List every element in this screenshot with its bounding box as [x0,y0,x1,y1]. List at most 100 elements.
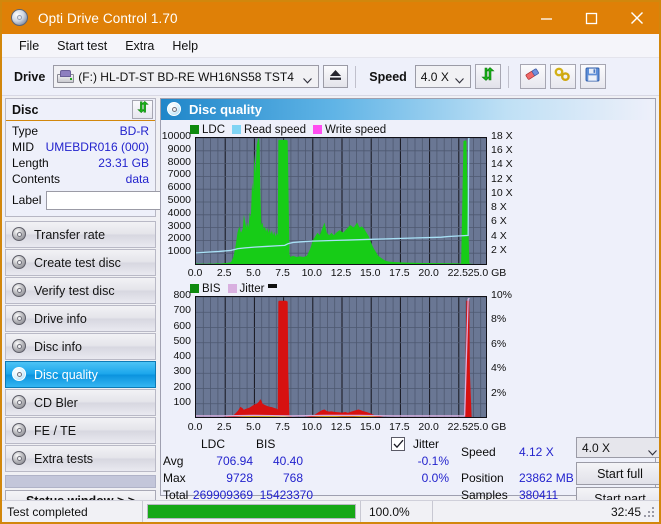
menu-start-test[interactable]: Start test [48,37,116,55]
speed-stat-label: Speed [461,445,496,459]
minimize-icon[interactable] [524,2,569,34]
y-tick-label: 300 [173,365,191,378]
sidebar-item-label: Extra tests [34,451,94,466]
disc-mid-label: MID [12,140,34,154]
app-disc-icon [10,8,30,28]
sidebar-item-disc-quality[interactable]: Disc quality [5,361,156,388]
eject-button[interactable] [323,65,349,88]
stats-avg-ldc: 706.94 [216,454,253,468]
status-message: Test completed [7,504,88,519]
stats-max-ldc: 9728 [226,471,253,485]
sidebar-item-extra-tests[interactable]: Extra tests [5,445,156,472]
sidebar-item-fe-te[interactable]: FE / TE [5,417,156,444]
chevron-down-icon [303,73,313,87]
y-tick-label: 8000 [167,155,191,168]
x-tick-label: 7.5 [275,421,290,433]
disc-mid-value: UMEBDR016 (000) [45,140,149,154]
x-tick-label: 0.0 [187,267,203,279]
menu-help[interactable]: Help [163,37,207,55]
eject-icon [329,68,342,86]
sidebar-item-create-test-disc[interactable]: Create test disc [5,249,156,276]
right-y-tick-label: 6% [491,337,507,350]
ldc-x-axis: 0.0 2.5 5.0 7.5 10.0 12.5 15.0 17.5 20.0 22.5 25.0… [188,267,507,281]
legend-label: LDC [202,123,226,136]
right-y-tick-label: 14 X [491,158,513,171]
resize-grip[interactable] [644,507,656,519]
sidebar-item-drive-info[interactable]: Drive info [5,305,156,332]
ldc-chart: LDC Read speed Write speed 1000 2000 3000 4… [161,122,653,281]
x-tick-label: 12.5 [330,267,352,279]
jitter-checkbox[interactable] [391,437,405,451]
start-full-button[interactable]: Start full [576,462,659,485]
sidebar: Disc Type BD-R MID UMEBDR016 (000) Lengt… [2,96,254,512]
right-y-tick-label: 16 X [491,144,513,157]
test-speed-select[interactable]: 4.0 X [576,437,659,458]
sidebar-item-cd-bler[interactable]: CD Bler [5,389,156,416]
stats-row-avg-label: Avg [163,454,184,468]
drive-select[interactable]: (F:) HL-DT-ST BD-RE WH16NS58 TST4 [53,65,320,88]
sidebar-item-label: Verify test disc [34,283,115,298]
plug-icon [554,67,571,87]
refresh-button[interactable] [474,64,501,89]
menu-bar: File Start test Extra Help [2,34,659,58]
erase-button[interactable] [519,64,546,89]
right-y-tick-label: 2% [491,386,507,399]
disc-length-label: Length [12,156,49,170]
speed-stat-value: 4.12 X [519,445,554,459]
charts-area: LDC Read speed Write speed 1000 2000 3000 4… [161,120,655,435]
jitter-max-value: 0.0% [421,471,449,485]
x-tick-label: 17.5 [389,421,410,433]
maximize-icon[interactable] [569,2,614,34]
disc-icon [12,227,27,242]
legend-swatch [190,125,199,134]
x-tick-label: 12.5 [330,421,352,433]
disc-icon [12,283,27,298]
title-bar: Opti Drive Control 1.70 [2,2,659,34]
sidebar-item-verify-test-disc[interactable]: Verify test disc [5,277,156,304]
bis-chart: BIS Jitter 100 200 300 400 500 600 700 800 2% 4%… [163,281,653,435]
legend-label: Read speed [244,123,307,136]
body: Disc Type BD-R MID UMEBDR016 (000) Lengt… [2,96,659,512]
x-tick-label: 20.0 [418,421,439,433]
stats-max-bis: 768 [282,471,303,485]
legend-swatch [232,125,242,134]
disc-label-caption: Label [12,193,42,207]
ldc-chart-legend: LDC Read speed Write speed [163,122,653,137]
disc-panel-header: Disc [6,99,155,121]
x-tick-label: 15.0 [359,421,381,433]
y-tick-label: 200 [173,380,191,393]
save-button[interactable] [579,64,606,89]
plug-button[interactable] [549,64,576,89]
y-tick-label: 2000 [167,232,191,245]
close-icon[interactable] [614,2,659,34]
sidebar-item-label: Disc info [34,339,82,354]
status-bar: Test completed 100.0% 32:45 [2,500,659,522]
stats-avg-bis: 40.40 [272,454,303,468]
legend-swatch [313,125,323,134]
disc-refresh-button[interactable] [132,100,153,119]
disc-icon [12,423,27,438]
menu-extra[interactable]: Extra [116,37,163,55]
legend-label: BIS [202,282,221,295]
y-tick-label: 800 [173,289,191,301]
y-tick-label: 10000 [161,130,191,142]
bis-right-axis: 2% 4% 6% 8% 10% [491,289,531,418]
menu-file[interactable]: File [10,37,48,55]
elapsed-time: 32:45 [432,500,659,522]
refresh-icon [136,100,150,119]
legend-swatch [190,284,199,293]
disc-icon [167,102,182,117]
stats-col-bis: BIS [256,437,276,451]
window-controls [524,2,659,34]
disc-contents-label: Contents [12,172,61,186]
drive-label: Drive [14,69,46,84]
sidebar-item-disc-info[interactable]: Disc info [5,333,156,360]
disc-length-value: 23.31 GB [98,156,149,170]
legend-label: Jitter [239,282,265,295]
right-y-tick-label: 18 X [491,130,513,142]
x-tick-label: 2.5 [216,267,232,279]
speed-select[interactable]: 4.0 X [414,65,471,88]
y-tick-label: 100 [173,395,191,408]
sidebar-item-transfer-rate[interactable]: Transfer rate [5,221,156,248]
disc-row-length: Length 23.31 GB [12,155,149,171]
